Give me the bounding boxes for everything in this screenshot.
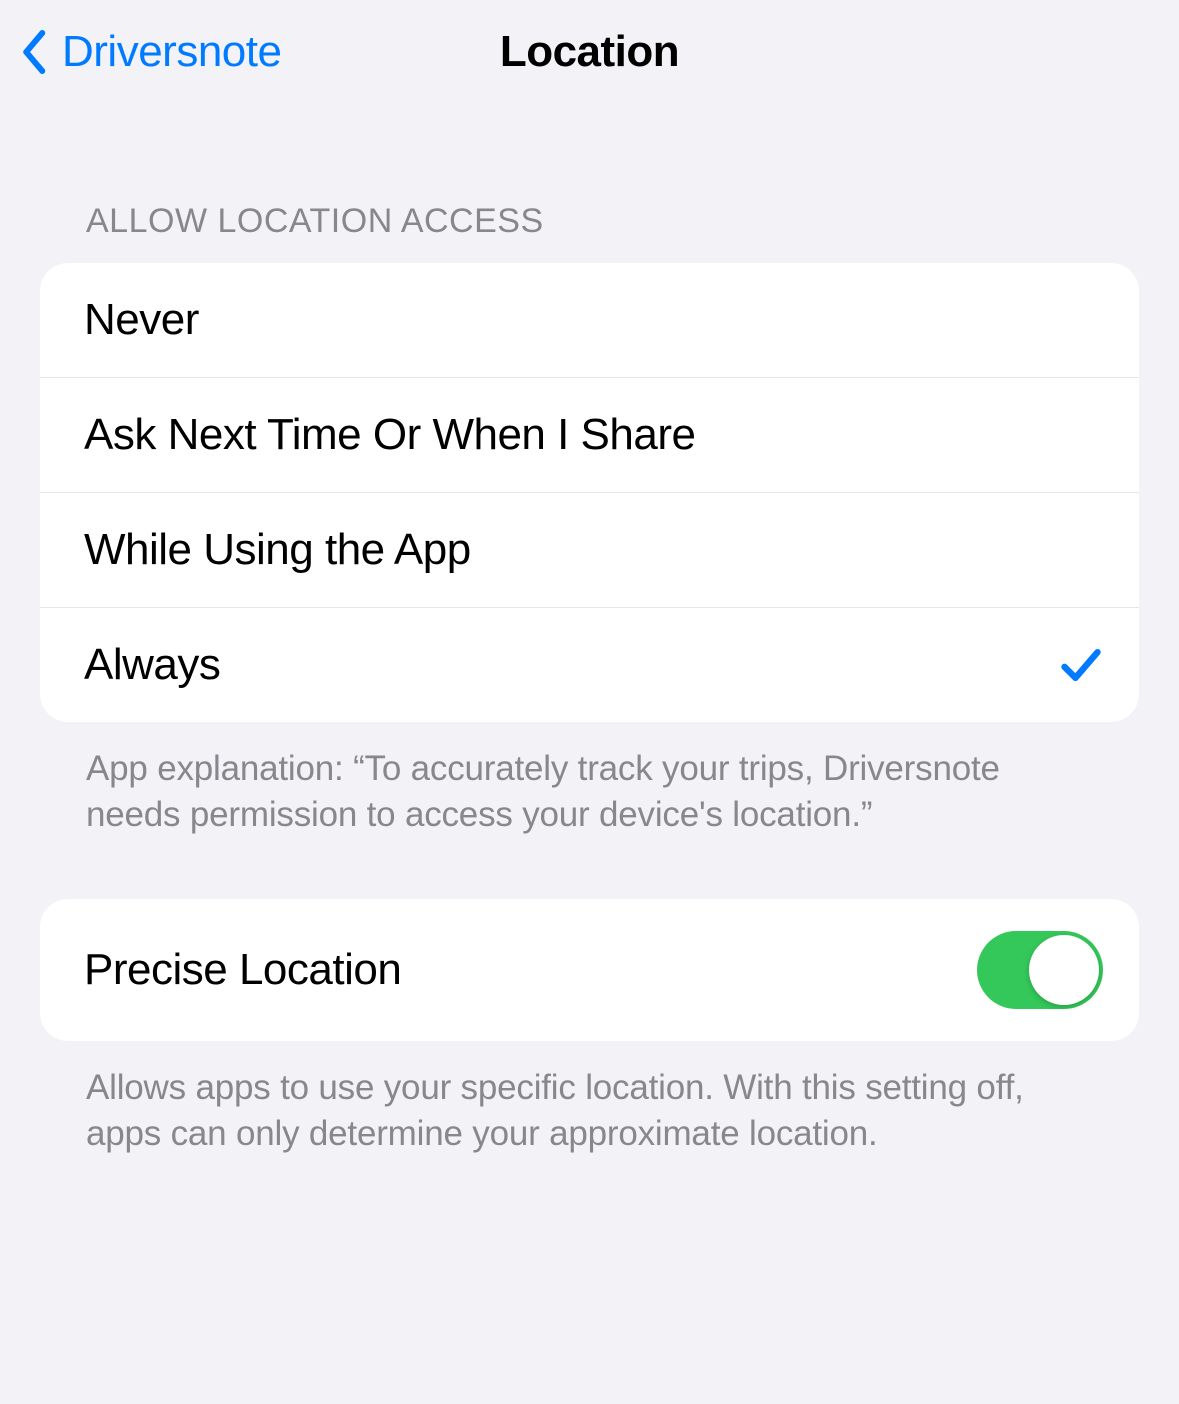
- option-label: While Using the App: [84, 525, 471, 575]
- back-button[interactable]: Driversnote: [20, 27, 281, 77]
- option-label: Ask Next Time Or When I Share: [84, 410, 695, 460]
- section-footer-explanation: App explanation: “To accurately track yo…: [0, 722, 1179, 837]
- toggle-knob: [1029, 935, 1099, 1005]
- option-always[interactable]: Always: [40, 608, 1139, 722]
- back-label: Driversnote: [62, 27, 281, 77]
- precise-location-toggle[interactable]: [977, 931, 1103, 1009]
- option-ask-next-time[interactable]: Ask Next Time Or When I Share: [40, 378, 1139, 493]
- spacer: [0, 837, 1179, 899]
- checkmark-icon: [1059, 643, 1103, 687]
- page-title: Location: [500, 27, 679, 77]
- section-header-location-access: ALLOW LOCATION ACCESS: [0, 114, 1179, 263]
- location-access-group: Never Ask Next Time Or When I Share Whil…: [40, 263, 1139, 722]
- option-label: Never: [84, 295, 199, 345]
- option-while-using[interactable]: While Using the App: [40, 493, 1139, 608]
- section-footer-precise: Allows apps to use your specific locatio…: [0, 1041, 1179, 1156]
- chevron-left-icon: [20, 30, 50, 74]
- navigation-bar: Driversnote Location: [0, 0, 1179, 114]
- precise-location-label: Precise Location: [84, 945, 401, 995]
- precise-location-row[interactable]: Precise Location: [40, 899, 1139, 1041]
- option-label: Always: [84, 640, 220, 690]
- precise-location-group: Precise Location: [40, 899, 1139, 1041]
- option-never[interactable]: Never: [40, 263, 1139, 378]
